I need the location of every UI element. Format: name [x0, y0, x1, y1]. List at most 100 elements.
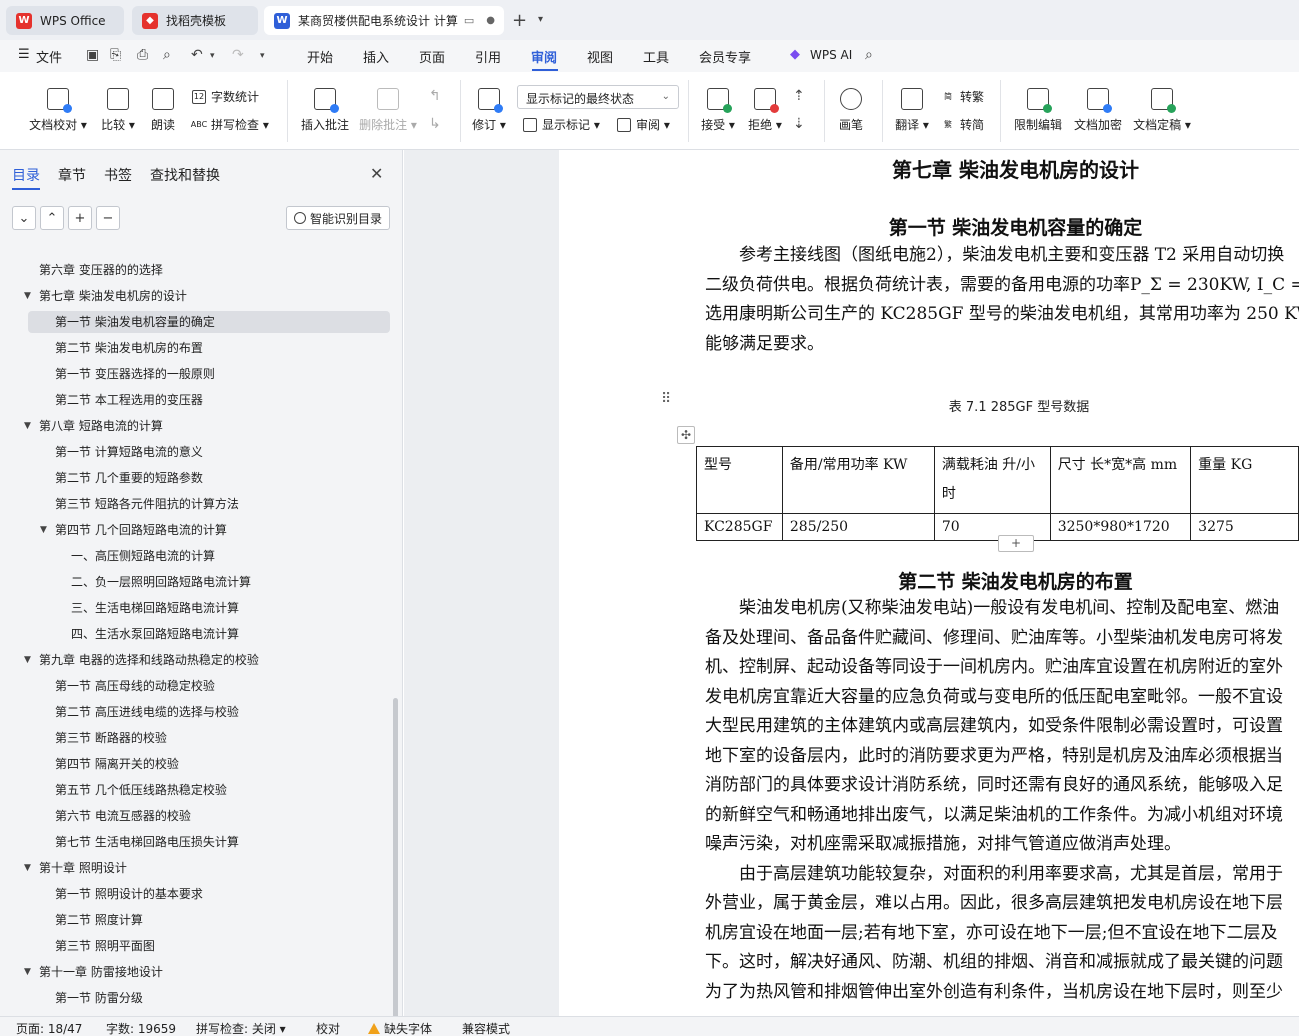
toc-item[interactable]: 第六章 变压器的的选择 — [39, 259, 163, 281]
expand-arrow-icon[interactable]: ▼ — [24, 961, 31, 983]
toc-item[interactable]: 第二节 照度计算 — [55, 909, 143, 931]
toc-item[interactable]: 第二节 本工程选用的变压器 — [55, 389, 203, 411]
tab-find-replace[interactable]: 查找和替换 — [150, 165, 220, 185]
spell-check-button[interactable]: ABC 拼写检查 ▾ — [191, 116, 269, 133]
compare-button[interactable]: 比较 ▾ — [96, 72, 140, 150]
word-count-button[interactable]: 12 字数统计 — [192, 88, 259, 105]
expand-arrow-icon[interactable]: ▼ — [40, 519, 47, 541]
toc-item[interactable]: 第一节 计算短路电流的意义 — [55, 441, 203, 463]
review-pane-button[interactable]: 审阅 ▾ — [617, 116, 670, 133]
toc-item[interactable]: 二、负一层照明回路短路电流计算 — [71, 571, 251, 593]
more-chevron-icon[interactable]: ▾ — [260, 51, 265, 61]
menu-start[interactable]: 开始 — [307, 47, 333, 66]
add-level-button[interactable]: + — [68, 206, 92, 230]
toc-item[interactable]: 第一节 高压母线的动稳定校验 — [55, 675, 215, 697]
expand-arrow-icon[interactable]: ▼ — [24, 649, 31, 671]
toc-item[interactable]: 第二节 高压进线电缆的选择与校验 — [55, 701, 239, 723]
export-icon[interactable]: ⎘ — [110, 47, 121, 63]
expand-arrow-icon[interactable]: ▼ — [24, 857, 31, 879]
toc-item[interactable]: 第五节 几个低压线路热稳定校验 — [55, 779, 227, 801]
smart-toc-button[interactable]: 智能识别目录 — [286, 206, 390, 230]
finalize-button[interactable]: 文档定稿 ▾ — [1130, 72, 1194, 150]
tab-wps-office[interactable]: W WPS Office — [6, 6, 124, 35]
toc-item[interactable]: 第三节 断路器的校验 — [55, 727, 167, 749]
next-change-icon[interactable]: ⇣ — [793, 116, 805, 132]
hamburger-icon[interactable]: ☰ — [18, 47, 30, 62]
read-aloud-button[interactable]: 朗读 — [146, 72, 180, 150]
translate-button[interactable]: 翻译 ▾ — [892, 72, 932, 150]
tab-bookmarks[interactable]: 书签 — [104, 165, 132, 185]
menu-tools[interactable]: 工具 — [643, 47, 669, 66]
print-icon[interactable]: ⎙ — [137, 47, 148, 63]
expand-arrow-icon[interactable]: ▼ — [24, 285, 31, 307]
next-comment-icon[interactable]: ↳ — [429, 116, 441, 132]
to-simplified-button[interactable]: 繁 转简 — [941, 116, 984, 133]
toc-item[interactable]: 第四节 几个回路短路电流的计算 — [55, 519, 227, 541]
save-icon[interactable]: ▣ — [86, 47, 99, 63]
toc-scrollbar[interactable] — [393, 698, 398, 1036]
toc-item[interactable]: 第九章 电器的选择和线路动热稳定的校验 — [39, 649, 259, 671]
toc-item[interactable]: 第一节 柴油发电机容量的确定 — [28, 311, 390, 333]
menu-file[interactable]: 文件 — [36, 47, 62, 66]
toc-item[interactable]: 第十章 照明设计 — [39, 857, 127, 879]
page-indicator[interactable]: 页面: 18/47 — [16, 1020, 82, 1036]
pen-button[interactable]: 画笔 — [834, 72, 868, 150]
toc-item[interactable]: 第七节 生活电梯回路电压损失计算 — [55, 831, 239, 853]
menu-view[interactable]: 视图 — [587, 47, 613, 66]
toc-item[interactable]: 第八章 短路电流的计算 — [39, 415, 163, 437]
menu-insert[interactable]: 插入 — [363, 47, 389, 66]
undo-icon[interactable]: ↶ — [191, 47, 203, 63]
proof-status[interactable]: 校对 — [316, 1020, 340, 1036]
toc-item[interactable]: 第十一章 防雷接地设计 — [39, 961, 163, 983]
undo-dropdown-icon[interactable]: ▾ — [210, 51, 215, 61]
menu-review[interactable]: 审阅 — [531, 47, 557, 66]
markup-state-select[interactable]: 显示标记的最终状态 ⌄ — [517, 85, 679, 109]
tab-current-document[interactable]: W 某商贸楼供配电系统设计 计算 ▭ ● — [264, 6, 504, 35]
toc-item[interactable]: 一、高压侧短路电流的计算 — [71, 545, 215, 567]
track-changes-button[interactable]: 修订 ▾ — [470, 72, 508, 150]
toc-item[interactable]: 三、生活电梯回路短路电流计算 — [71, 597, 239, 619]
expand-arrow-icon[interactable]: ▼ — [24, 415, 31, 437]
toc-item[interactable]: 第三节 短路各元件阻抗的计算方法 — [55, 493, 239, 515]
tab-docer-templates[interactable]: ◆ 找稻壳模板 — [132, 6, 258, 35]
toc-item[interactable]: 第一节 照明设计的基本要求 — [55, 883, 203, 905]
spell-check-status[interactable]: 拼写检查: 关闭 ▾ — [196, 1020, 286, 1036]
toc-item[interactable]: 第六节 电流互感器的校验 — [55, 805, 191, 827]
toc-item[interactable]: 四、生活水泵回路短路电流计算 — [71, 623, 239, 645]
reject-button[interactable]: 拒绝 ▾ — [745, 72, 785, 150]
tab-toc[interactable]: 目录 — [12, 165, 40, 185]
word-count-status[interactable]: 字数: 19659 — [106, 1020, 176, 1036]
delete-comment-button[interactable]: 删除批注 ▾ — [358, 72, 418, 150]
tab-sections[interactable]: 章节 — [58, 165, 86, 185]
restrict-edit-button[interactable]: 限制编辑 — [1010, 72, 1066, 150]
toc-item[interactable]: 第一节 变压器选择的一般原则 — [55, 363, 215, 385]
remove-level-button[interactable]: − — [96, 206, 120, 230]
toc-item[interactable]: 第四节 隔离开关的校验 — [55, 753, 179, 775]
collapse-up-button[interactable]: ⌃ — [40, 206, 64, 230]
print-preview-icon[interactable]: ⌕ — [163, 47, 171, 63]
toc-item[interactable]: 第二节 几个重要的短路参数 — [55, 467, 203, 489]
menu-wps-ai[interactable]: WPS AI — [810, 48, 852, 62]
missing-font-status[interactable]: 缺失字体 — [368, 1020, 432, 1036]
toc-item[interactable]: 第一节 防雷分级 — [55, 987, 143, 1009]
expand-down-button[interactable]: ⌄ — [12, 206, 36, 230]
toc-item[interactable]: 第七章 柴油发电机房的设计 — [39, 285, 187, 307]
close-icon[interactable]: ✕ — [370, 164, 383, 183]
search-icon[interactable]: ⌕ — [865, 47, 873, 63]
to-traditional-button[interactable]: 简 转繁 — [941, 88, 984, 105]
redo-icon[interactable]: ↷ — [232, 47, 244, 63]
menu-references[interactable]: 引用 — [475, 47, 501, 66]
doc-check-button[interactable]: 文档校对 ▾ — [26, 72, 90, 150]
prev-comment-icon[interactable]: ↰ — [429, 88, 441, 104]
menu-page[interactable]: 页面 — [419, 47, 445, 66]
toc-item[interactable]: 第三节 照明平面图 — [55, 935, 155, 957]
menu-membership[interactable]: 会员专享 — [699, 47, 751, 66]
insert-comment-button[interactable]: 插入批注 — [298, 72, 352, 150]
accept-button[interactable]: 接受 ▾ — [698, 72, 738, 150]
toc-item[interactable]: 第二节 柴油发电机房的布置 — [55, 337, 203, 359]
encrypt-button[interactable]: 文档加密 — [1070, 72, 1126, 150]
chevron-down-icon[interactable]: ▾ — [538, 14, 543, 25]
new-tab-plus-icon[interactable]: + — [512, 10, 527, 31]
show-markup-button[interactable]: 显示标记 ▾ — [523, 116, 600, 133]
prev-change-icon[interactable]: ⇡ — [793, 88, 805, 104]
